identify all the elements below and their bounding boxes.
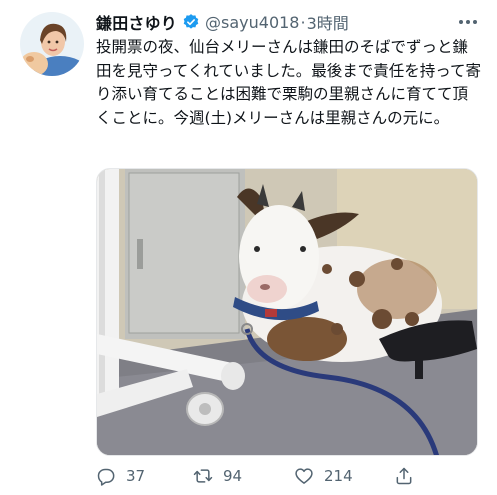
user-handle[interactable]: @sayu4018 <box>205 13 299 32</box>
goat-photo <box>97 169 477 455</box>
reply-icon <box>97 468 115 486</box>
display-name[interactable]: 鎌田さゆり <box>96 10 177 34</box>
retweet-count: 94 <box>223 467 243 485</box>
tweet-actions: 37 94 214 <box>96 464 476 488</box>
reply-button[interactable]: 37 <box>96 464 145 488</box>
timestamp[interactable]: 3時間 <box>307 10 349 34</box>
more-options-icon[interactable] <box>455 12 481 32</box>
tweet-text: 投開票の夜、仙台メリーさんは鎌田のそばでずっと鎌田を見守ってくれていました。最後… <box>96 38 482 127</box>
like-button[interactable]: 214 <box>294 464 353 488</box>
tweet-header: 鎌田さゆり @sayu4018 · 3時間 <box>96 10 483 34</box>
share-button[interactable] <box>394 464 414 488</box>
share-icon <box>396 467 412 485</box>
retweet-icon <box>193 469 213 483</box>
like-count: 214 <box>324 467 353 485</box>
retweet-button[interactable]: 94 <box>193 464 242 488</box>
tweet-photo[interactable] <box>96 168 478 456</box>
avatar[interactable] <box>20 12 84 76</box>
verified-badge-icon <box>182 13 200 31</box>
like-icon <box>295 468 313 484</box>
avatar-image <box>20 12 84 76</box>
reply-count: 37 <box>126 467 146 485</box>
separator-dot: · <box>300 12 306 32</box>
